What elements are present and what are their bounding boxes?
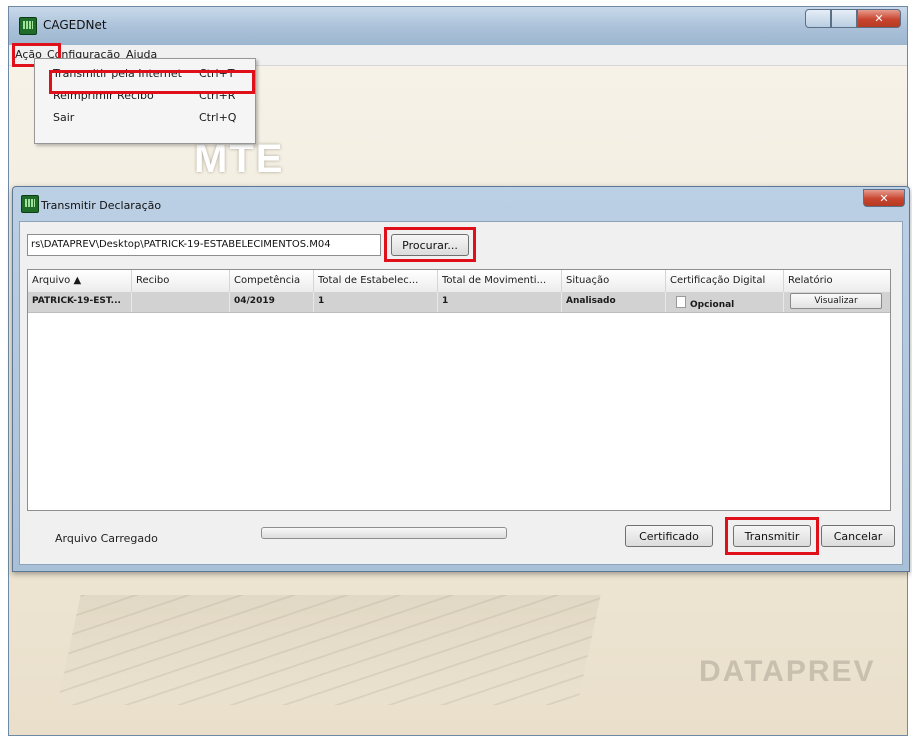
col-situacao[interactable]: Situação (562, 270, 666, 292)
transmitir-menu-highlight (49, 70, 255, 94)
certificacao-label: Opcional (690, 300, 735, 310)
dataprev-logo: DATAPREV (699, 655, 876, 688)
maximize-button[interactable] (831, 9, 857, 28)
cancelar-button[interactable]: Cancelar (821, 525, 895, 547)
close-button[interactable]: ✕ (857, 9, 901, 28)
menu-item-label: Sair (53, 111, 75, 124)
status-label: Arquivo Carregado (55, 532, 158, 545)
cell-situacao: Analisado (562, 292, 666, 312)
dialog-app-icon (21, 195, 39, 213)
cell-total-movimentacoes: 1 (438, 292, 562, 312)
transmitir-dialog: Transmitir Declaração ✕ rs\DATAPREV\Desk… (12, 186, 910, 572)
menu-item-shortcut: Ctrl+Q (199, 111, 237, 124)
cagednet-app-icon (19, 17, 37, 35)
col-total-movimentacoes[interactable]: Total de Movimenti... (438, 270, 562, 292)
close-icon: ✕ (874, 12, 884, 25)
browse-highlight (384, 227, 476, 262)
col-competencia[interactable]: Competência (230, 270, 314, 292)
window-title: CAGEDNet (43, 18, 107, 32)
background-drawing (57, 595, 601, 705)
col-recibo[interactable]: Recibo (132, 270, 230, 292)
col-total-estabelecimentos[interactable]: Total de Estabelec... (314, 270, 438, 292)
visualizar-button[interactable]: Visualizar (790, 293, 882, 309)
main-titlebar[interactable]: CAGEDNet ✕ (9, 7, 907, 45)
cell-competencia: 04/2019 (230, 292, 314, 312)
table-row[interactable]: PATRICK-19-EST... 04/2019 1 1 Analisado … (28, 292, 890, 313)
checkbox-icon[interactable] (676, 296, 686, 308)
cell-certificacao: Opcional (666, 292, 784, 312)
certificado-button[interactable]: Certificado (625, 525, 713, 547)
cell-arquivo: PATRICK-19-EST... (28, 292, 132, 312)
table-header: Arquivo ▲ Recibo Competência Total de Es… (28, 270, 890, 293)
upload-progress-bar (261, 527, 507, 539)
declarations-table: Arquivo ▲ Recibo Competência Total de Es… (27, 269, 891, 511)
close-icon: ✕ (879, 191, 889, 205)
col-relatorio[interactable]: Relatório (784, 270, 890, 292)
file-path-input[interactable]: rs\DATAPREV\Desktop\PATRICK-19-ESTABELEC… (27, 234, 381, 256)
transmitir-highlight (725, 517, 819, 555)
menu-item-sair[interactable]: Sair Ctrl+Q (35, 107, 255, 127)
cell-total-estabelecimentos: 1 (314, 292, 438, 312)
cell-recibo (132, 292, 230, 312)
col-arquivo[interactable]: Arquivo ▲ (28, 270, 132, 292)
window-controls: ✕ (805, 9, 901, 29)
minimize-button[interactable] (805, 9, 831, 28)
col-certificacao[interactable]: Certificação Digital (666, 270, 784, 292)
dialog-title: Transmitir Declaração (41, 199, 162, 212)
dialog-close-button[interactable]: ✕ (863, 189, 905, 207)
